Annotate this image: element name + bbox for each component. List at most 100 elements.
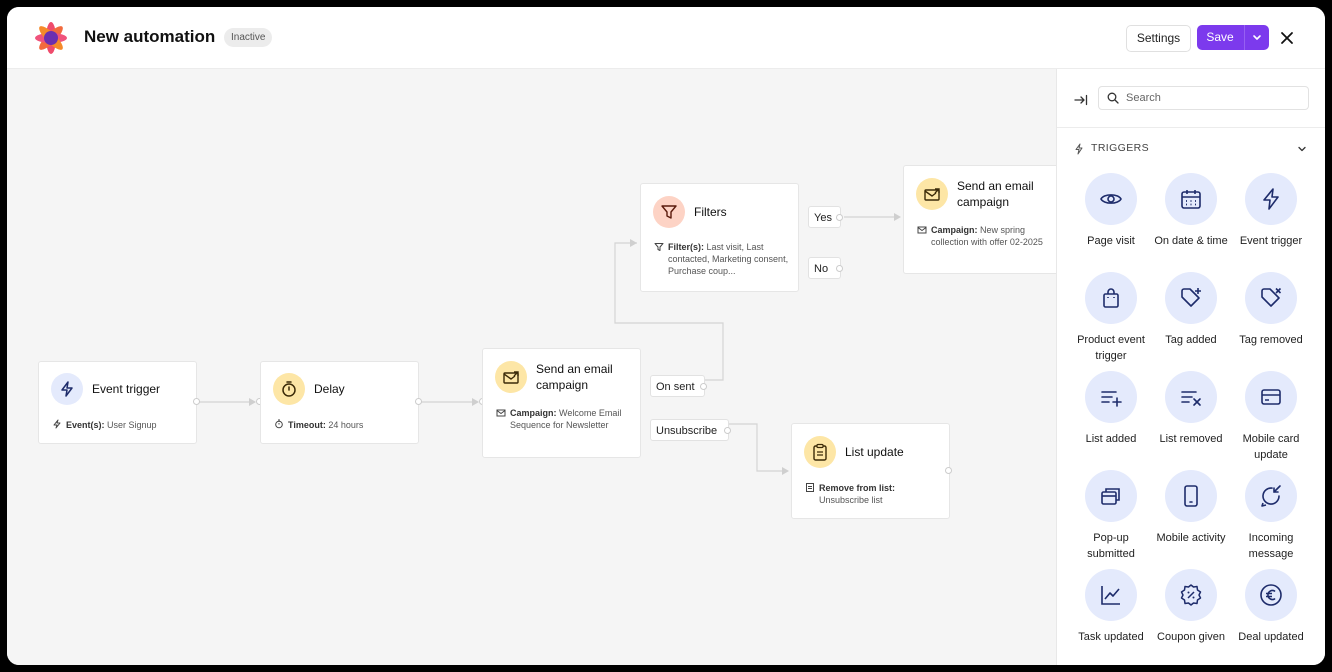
tile-label: Task updated xyxy=(1078,631,1144,643)
output-port[interactable] xyxy=(724,427,731,434)
output-port[interactable] xyxy=(836,265,843,272)
node-icon-bg xyxy=(916,178,948,210)
clipboard-icon xyxy=(806,483,814,492)
trigger-task-updated[interactable]: Task updated xyxy=(1071,569,1151,664)
node-title: Send an email campaign xyxy=(957,179,1034,209)
edge-label-unsubscribe[interactable]: Unsubscribe xyxy=(650,419,729,441)
node-filters[interactable]: Filters Filter(s): Last visit, Last cont… xyxy=(640,183,799,292)
trigger-mobile-activity[interactable]: Mobile activity xyxy=(1151,470,1231,565)
node-icon-bg xyxy=(804,436,836,468)
trigger-mobile-card-update[interactable]: Mobile card update xyxy=(1231,371,1311,466)
trigger-list-added[interactable]: List added xyxy=(1071,371,1151,466)
collapse-panel-icon[interactable] xyxy=(1074,93,1088,107)
output-port[interactable] xyxy=(193,398,200,405)
section-title: TRIGGERS xyxy=(1091,142,1150,154)
node-detail: Event(s): User Signup xyxy=(66,420,157,430)
node-delay[interactable]: Delay Timeout: 24 hours xyxy=(260,361,419,444)
funnel-icon xyxy=(654,243,664,251)
tile-icon-bg xyxy=(1085,470,1137,522)
lightning-icon xyxy=(53,419,61,429)
tile-label: Product event trigger xyxy=(1077,334,1145,362)
trigger-popup-submitted[interactable]: Pop-up submitted xyxy=(1071,470,1151,565)
lightning-icon xyxy=(61,381,73,397)
output-port[interactable] xyxy=(945,467,952,474)
node-detail: Campaign: New spring collection with off… xyxy=(931,225,1043,247)
node-title: Delay xyxy=(314,382,345,396)
close-icon[interactable] xyxy=(1278,29,1296,47)
tile-label: Coupon given xyxy=(1157,631,1225,643)
output-port[interactable] xyxy=(415,398,422,405)
stopwatch-icon xyxy=(282,381,296,397)
output-port[interactable] xyxy=(700,383,707,390)
shopping-bag-icon xyxy=(1103,288,1119,308)
email-send-icon xyxy=(503,371,519,384)
page-title: New automation xyxy=(84,27,216,46)
trigger-page-visit[interactable]: Page visit xyxy=(1071,173,1151,268)
save-button[interactable]: Save xyxy=(1197,25,1269,50)
output-port[interactable] xyxy=(836,214,843,221)
node-title: Event trigger xyxy=(92,382,161,396)
trigger-event-trigger[interactable]: Event trigger xyxy=(1231,173,1311,268)
tile-label: List added xyxy=(1085,433,1137,445)
node-title: List update xyxy=(845,445,904,459)
clipboard-icon xyxy=(813,443,827,461)
tile-label: Mobile activity xyxy=(1156,532,1226,544)
tile-icon-bg xyxy=(1165,272,1217,324)
trigger-list-removed[interactable]: List removed xyxy=(1151,371,1231,466)
tile-icon-bg xyxy=(1245,371,1297,423)
header: New automation Inactive Settings Save xyxy=(7,7,1325,69)
email-send-icon xyxy=(924,188,940,201)
app-logo-icon xyxy=(35,22,67,54)
chart-line-icon xyxy=(1101,586,1120,605)
node-detail: Timeout: 24 hours xyxy=(288,420,364,430)
node-detail: Campaign: Welcome Email Sequence for New… xyxy=(510,408,622,430)
tile-label: On date & time xyxy=(1154,235,1228,247)
trigger-product-event[interactable]: Product event trigger xyxy=(1071,272,1151,367)
trigger-incoming-message[interactable]: Incoming message xyxy=(1231,470,1311,565)
funnel-icon xyxy=(661,205,677,219)
search-field[interactable]: Search xyxy=(1098,86,1309,110)
tile-label: Pop-up submitted xyxy=(1087,532,1135,560)
tile-icon-bg xyxy=(1085,569,1137,621)
node-event-trigger[interactable]: Event trigger Event(s): User Signup xyxy=(38,361,197,444)
trigger-tag-removed[interactable]: Tag removed xyxy=(1231,272,1311,367)
node-icon-bg xyxy=(653,196,685,228)
popup-icon xyxy=(1101,488,1120,505)
edge-label-on-sent[interactable]: On sent xyxy=(650,375,705,397)
tag-x-icon xyxy=(1261,287,1282,307)
trigger-deal-updated[interactable]: Deal updated xyxy=(1231,569,1311,664)
chevron-down-icon[interactable] xyxy=(1245,25,1269,50)
tile-icon-bg xyxy=(1245,173,1297,225)
search-input[interactable]: Search xyxy=(1126,87,1161,109)
tile-icon-bg xyxy=(1245,470,1297,522)
node-library-panel: Search TRIGGERS Page visit On date & tim… xyxy=(1056,69,1325,665)
search-icon xyxy=(1107,92,1119,104)
workflow-canvas[interactable]: Event trigger Event(s): User Signup Dela… xyxy=(7,69,1064,665)
trigger-on-date-time[interactable]: On date & time xyxy=(1151,173,1231,268)
incoming-message-icon xyxy=(1261,485,1281,507)
tile-icon-bg xyxy=(1245,569,1297,621)
tile-icon-bg xyxy=(1165,470,1217,522)
trigger-coupon-given[interactable]: Coupon given xyxy=(1151,569,1231,664)
triggers-section-header[interactable]: TRIGGERS xyxy=(1073,141,1313,157)
lightning-icon xyxy=(1075,143,1083,155)
email-icon xyxy=(496,409,506,417)
node-icon-bg xyxy=(495,361,527,393)
settings-button[interactable]: Settings xyxy=(1126,25,1191,52)
node-send-email-campaign-2[interactable]: Send an email campaign Campaign: New spr… xyxy=(903,165,1064,274)
tag-plus-icon xyxy=(1181,288,1201,307)
tile-icon-bg xyxy=(1165,173,1217,225)
calendar-icon xyxy=(1181,190,1201,209)
node-detail: Filter(s): Last visit, Last contacted, M… xyxy=(668,242,789,276)
chevron-down-icon[interactable] xyxy=(1297,144,1307,154)
lightning-icon xyxy=(1263,188,1279,210)
node-send-email-campaign[interactable]: Send an email campaign Campaign: Welcome… xyxy=(482,348,641,458)
tile-label: Tag removed xyxy=(1239,334,1303,346)
node-list-update[interactable]: List update Remove from list: Unsubscribe… xyxy=(791,423,950,519)
tile-label: Mobile card update xyxy=(1242,433,1300,461)
node-title: Filters xyxy=(694,205,727,219)
email-icon xyxy=(917,226,927,234)
tile-icon-bg xyxy=(1085,371,1137,423)
node-icon-bg xyxy=(273,373,305,405)
trigger-tag-added[interactable]: Tag added xyxy=(1151,272,1231,367)
